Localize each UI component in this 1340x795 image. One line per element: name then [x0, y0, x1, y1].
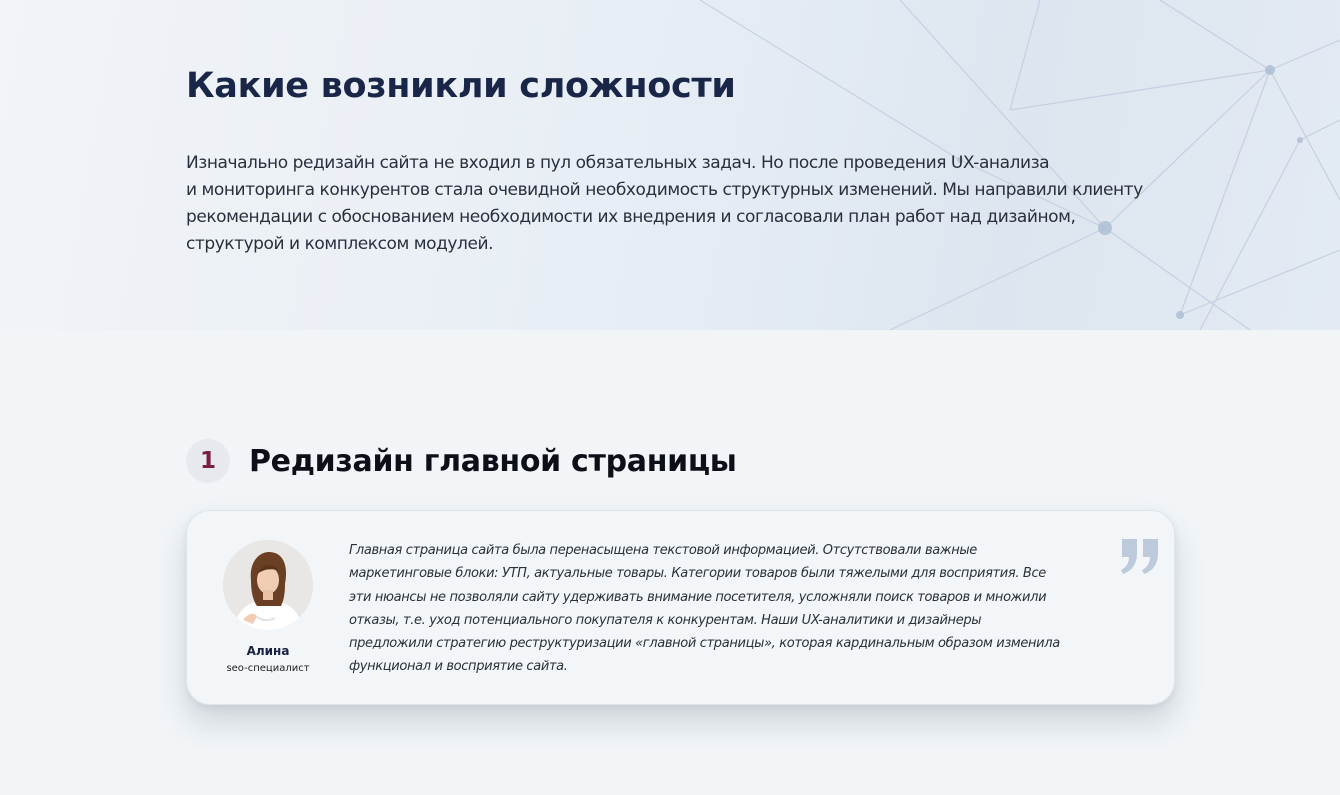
author-photo-illustration [223, 540, 313, 630]
author-avatar [223, 540, 313, 630]
testimonial-line: Главная страница сайта была перенасыщена… [349, 543, 977, 558]
testimonial-card: Алина seo-специалист Главная страница са… [186, 510, 1175, 705]
testimonial-line: отказы, т.е. уход потенциального покупат… [349, 612, 982, 628]
hero-title: Какие возникли сложности [186, 66, 736, 106]
testimonial-text: Главная страница сайта была перенасыщена… [349, 539, 1139, 679]
quote-icon [1121, 539, 1158, 574]
testimonial-line: маркетинговые блоки: УТП, актуальные тов… [349, 566, 1046, 582]
section-title: Редизайн главной страницы [249, 443, 737, 479]
hero-description-line: и мониторинга конкурентов стала очевидно… [186, 180, 1143, 200]
hero-description-line: структурой и комплексом модулей. [186, 234, 494, 254]
author-role: seo-специалист [226, 663, 310, 674]
section-header: 1 Редизайн главной страницы [186, 438, 737, 484]
author-name: Алина [246, 644, 290, 658]
testimonial-line: предложили стратегию реструктуризации «г… [349, 636, 1060, 652]
testimonial-line: эти нюансы не позволяли сайту удерживать… [349, 589, 1047, 605]
step-number-badge: 1 [186, 439, 230, 483]
hero-description-line: рекомендации с обоснованием необходимост… [186, 207, 1076, 227]
hero-description: Изначально редизайн сайта не входил в пу… [186, 150, 1171, 258]
hero-description-line: Изначально редизайн сайта не входил в пу… [186, 153, 1050, 173]
testimonial-line: функционал и восприятие сайта. [349, 659, 568, 675]
hero-section: Какие возникли сложности Изначально реди… [0, 0, 1340, 330]
